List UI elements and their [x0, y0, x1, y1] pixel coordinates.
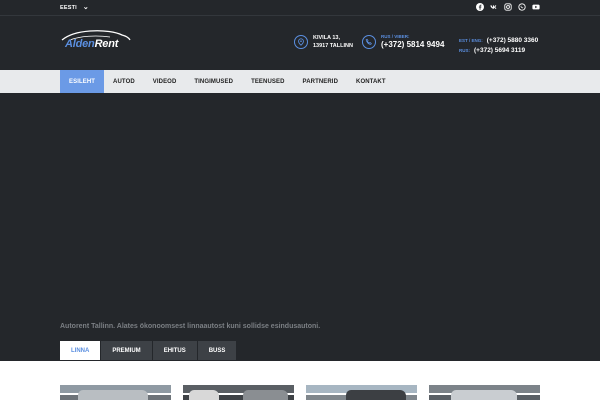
address-block: KIVILA 13, 13917 TALLINN	[294, 34, 353, 50]
whatsapp-icon[interactable]	[518, 3, 526, 11]
nav-item-kontakt[interactable]: KONTAKT	[347, 70, 395, 93]
nav-item-tingimused[interactable]: TINGIMUSED	[185, 70, 242, 93]
map-pin-icon	[294, 35, 308, 49]
phone-extra-number[interactable]: (+372) 5694 3119	[474, 47, 525, 54]
category-tabs: LINNA PREMIUM EHITUS BUSS	[60, 341, 237, 360]
tab-ehitus[interactable]: EHITUS	[152, 341, 197, 360]
phone-icon	[362, 35, 376, 49]
social-links	[476, 3, 540, 11]
phone-main-number[interactable]: (+372) 5814 9494	[381, 40, 444, 50]
tab-premium[interactable]: PREMIUM	[101, 341, 152, 360]
phone-extra-block: EST / ENG: (+372) 5880 3360 RUS: (+372) …	[459, 35, 538, 55]
site-header: AldenRent KIVILA 13, 13917 TALLINN RUS /…	[0, 17, 600, 70]
phone-extra-label: EST / ENG:	[459, 37, 483, 43]
nav-item-videod[interactable]: VIDEOD	[144, 70, 186, 93]
car-thumbnail[interactable]	[429, 385, 540, 400]
main-nav: ESILEHT AUTOD VIDEOD TINGIMUSED TEENUSED…	[0, 70, 600, 93]
nav-item-esileht[interactable]: ESILEHT	[60, 70, 105, 93]
logo-text-alden: Alden	[65, 38, 95, 50]
address-line-2: 13917 TALLINN	[313, 43, 353, 49]
car-thumbnail[interactable]	[60, 385, 171, 400]
car-grid	[0, 361, 600, 400]
phone-extra-row: EST / ENG: (+372) 5880 3360	[459, 35, 538, 45]
instagram-icon[interactable]	[504, 3, 512, 11]
phone-main-block: RUS / VIBER: (+372) 5814 9494	[362, 34, 444, 50]
hero-section: Autorent Tallinn. Alates ökonoomsest lin…	[0, 93, 600, 361]
phone-extra-label: RUS:	[459, 47, 470, 53]
youtube-icon[interactable]	[532, 3, 540, 11]
phone-extra-number[interactable]: (+372) 5880 3360	[487, 37, 539, 44]
nav-item-autod[interactable]: AUTOD	[104, 70, 144, 93]
car-thumbnail[interactable]	[306, 385, 417, 400]
language-label: EESTI	[60, 4, 77, 11]
language-selector[interactable]: EESTI ⌄	[60, 4, 89, 11]
logo-text-rent: Rent	[94, 38, 119, 50]
logo[interactable]: AldenRent	[60, 28, 132, 50]
phone-extra-row: RUS: (+372) 5694 3119	[459, 45, 538, 55]
nav-item-teenused[interactable]: TEENUSED	[242, 70, 293, 93]
vk-icon[interactable]	[490, 3, 498, 11]
logo-text: AldenRent	[65, 38, 118, 50]
tab-buss[interactable]: BUSS	[197, 341, 237, 360]
top-bar: EESTI ⌄	[0, 0, 600, 16]
address-line-1: KIVILA 13,	[313, 35, 340, 41]
car-thumbnail[interactable]	[183, 385, 294, 400]
chevron-down-icon: ⌄	[82, 4, 89, 11]
facebook-icon[interactable]	[476, 3, 484, 11]
nav-item-partnerid[interactable]: PARTNERID	[294, 70, 347, 93]
tab-linna[interactable]: LINNA	[60, 341, 101, 360]
hero-tagline: Autorent Tallinn. Alates ökonoomsest lin…	[60, 323, 321, 330]
